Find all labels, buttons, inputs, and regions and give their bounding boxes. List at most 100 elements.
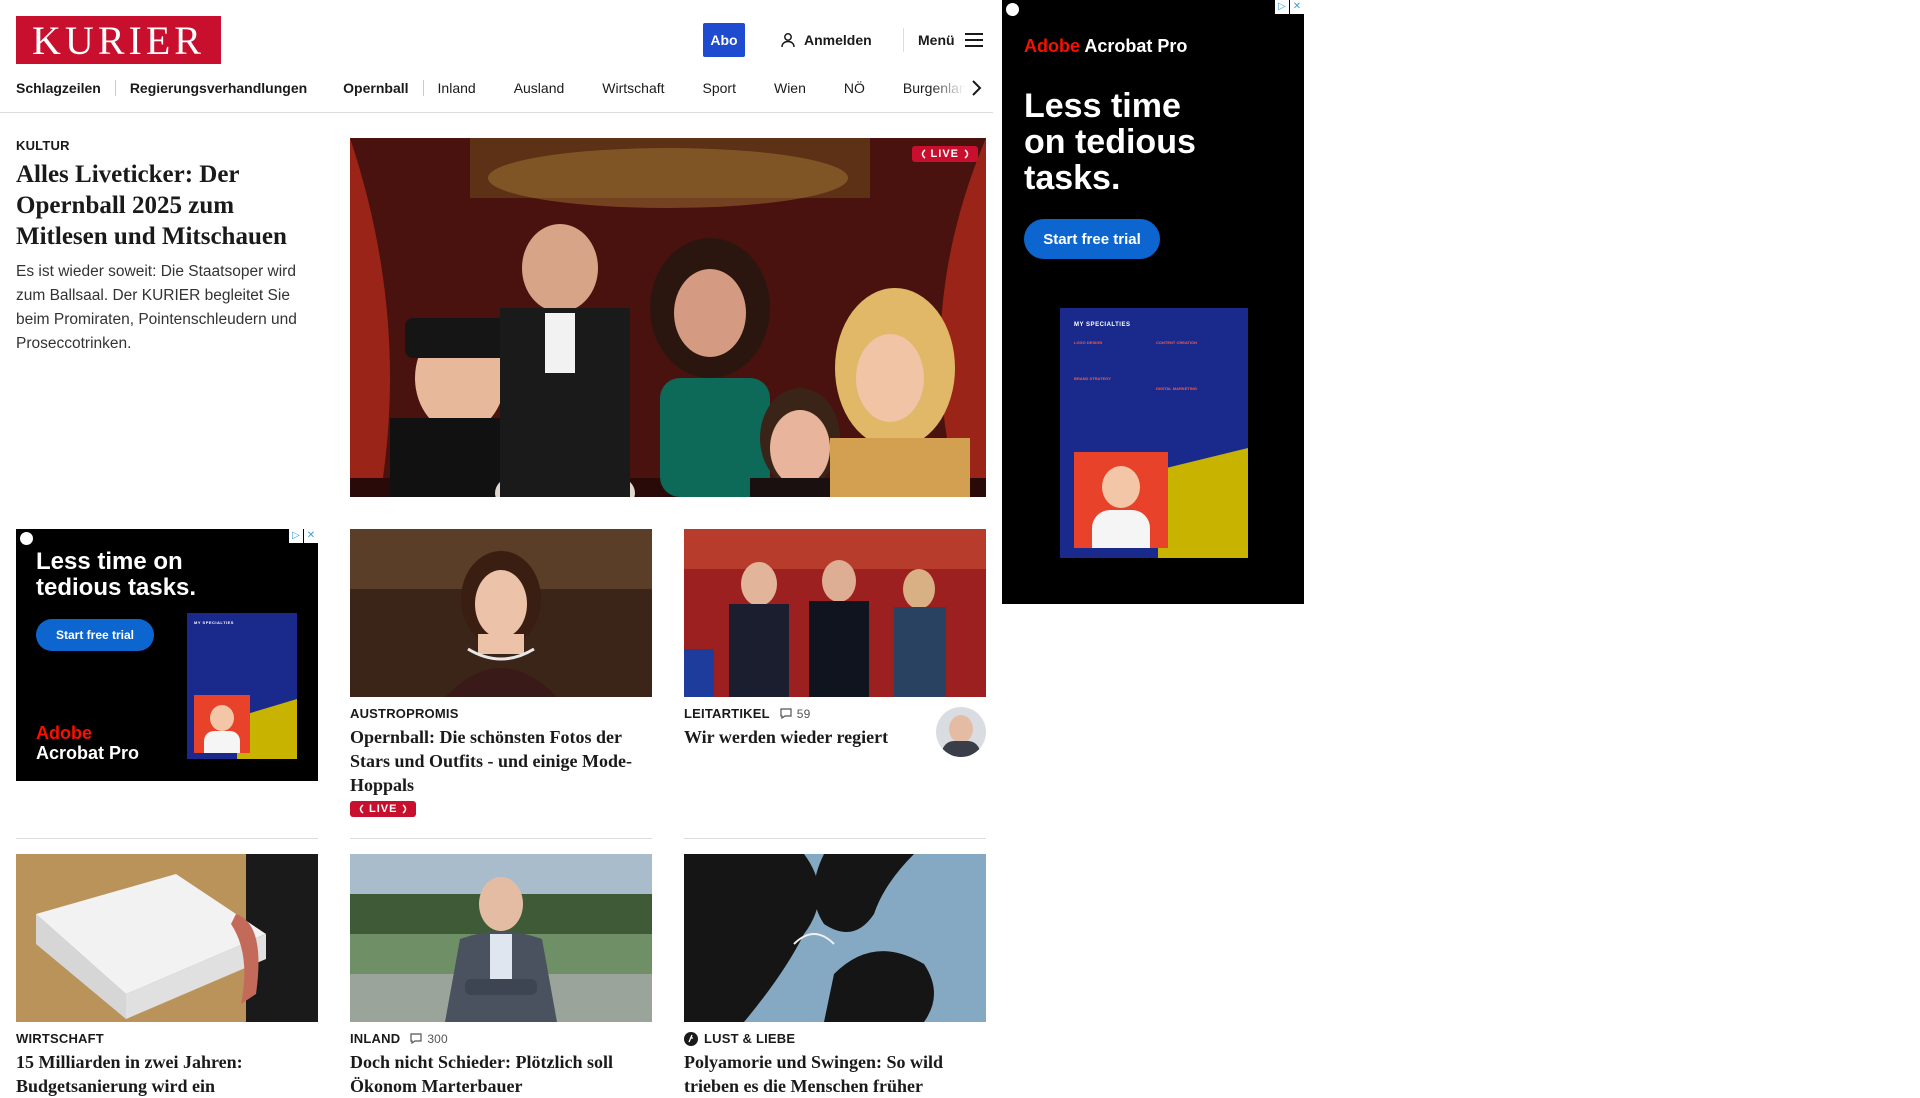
comment-icon: [780, 708, 792, 719]
menu-label: Menü: [918, 32, 955, 48]
live-wave-right-icon: [964, 149, 969, 159]
story-inland-image: [350, 854, 652, 1022]
lead-image[interactable]: LIVE: [350, 138, 986, 497]
story-austropromis[interactable]: AUSTROPROMIS Opernball: Die schönsten Fo…: [350, 529, 652, 819]
story-lust-liebe[interactable]: LUST & LIEBE Polyamorie und Swingen: So …: [684, 854, 986, 1098]
menu-divider: [903, 28, 904, 52]
sidebar-ad[interactable]: ▷ ✕ Adobe Acrobat Pro Less time on tedio…: [1002, 0, 1304, 604]
ad-corner-controls: ▷ ✕: [1275, 0, 1304, 14]
nav-item-wien[interactable]: Wien: [760, 80, 830, 96]
inline-ad-brand-adobe: Adobe: [36, 723, 92, 743]
row2-divider: [16, 838, 318, 839]
comment-count-value: 59: [796, 706, 811, 721]
comment-count[interactable]: 300: [410, 1032, 448, 1046]
story-leitartikel-headline[interactable]: Wir werden wieder regiert: [684, 725, 914, 749]
live-badge: LIVE: [350, 801, 417, 817]
nav-item-ausland[interactable]: Ausland: [500, 80, 589, 96]
story-wirtschaft[interactable]: WIRTSCHAFT 15 Milliarden in zwei Jahren:…: [16, 854, 318, 1098]
premium-icon: [684, 1031, 698, 1046]
comment-icon: [410, 1033, 422, 1044]
budget-papers-photo: [16, 854, 318, 1022]
live-wave-left-icon: [921, 149, 926, 159]
ad-close-icon[interactable]: ✕: [304, 529, 318, 543]
story-austropromis-headline[interactable]: Opernball: Die schönsten Fotos der Stars…: [350, 725, 652, 797]
story-austropromis-live: LIVE: [350, 801, 652, 819]
live-label: LIVE: [369, 803, 398, 815]
sidebar-ad-card-yellow: [1158, 448, 1248, 558]
menu-button[interactable]: Menü: [918, 30, 983, 50]
ad-corner-controls: ▷ ✕: [289, 529, 318, 543]
sidebar-ad-spec-card: MY SPECIALTIES LOGO DESIGN CONTENT CREAT…: [1060, 308, 1248, 558]
header-divider: [0, 112, 993, 113]
inline-ad-spec-card: MY SPECIALTIES: [187, 613, 297, 759]
story-inland-kicker: INLAND 300: [350, 1031, 652, 1046]
sidebar-ad-card-title: MY SPECIALTIES: [1074, 322, 1131, 328]
politicians-photo: [684, 529, 986, 697]
comment-count-value: 300: [427, 1031, 448, 1046]
nav-item-inland[interactable]: Inland: [424, 80, 500, 96]
story-inland-headline[interactable]: Doch nicht Schieder: Plötzlich soll Ökon…: [350, 1050, 652, 1098]
story-lust-liebe-kicker: LUST & LIEBE: [684, 1031, 986, 1046]
sidebar-ad-brand-product: Acrobat Pro: [1084, 36, 1188, 56]
ad-close-icon[interactable]: ✕: [1290, 0, 1304, 14]
story-inland[interactable]: INLAND 300 Doch nicht Schieder: Plötzlic…: [350, 854, 652, 1098]
ad-choices-icon[interactable]: [1006, 3, 1019, 16]
sidebar-ad-card-photo: [1074, 452, 1168, 548]
login-link[interactable]: Anmelden: [780, 30, 872, 50]
kurier-logo[interactable]: KURIER: [16, 16, 221, 64]
lead-kicker: KULTUR: [16, 138, 70, 153]
story-inland-kicker-label: INLAND: [350, 1031, 401, 1046]
nav-item-opernball[interactable]: Opernball: [329, 80, 422, 96]
ad-info-icon[interactable]: ▷: [1275, 0, 1289, 14]
lead-headline[interactable]: Alles Liveticker: Der Opernball 2025 zum…: [16, 159, 321, 252]
nav-item-schlagzeilen[interactable]: Schlagzeilen: [16, 80, 115, 96]
sidebar-ad-headline: Less time on tedious tasks.: [1024, 87, 1196, 197]
story-austropromis-kicker: AUSTROPROMIS: [350, 706, 459, 721]
illustration-couple: [684, 854, 986, 1022]
sidebar-ad-cta-button[interactable]: Start free trial: [1024, 219, 1160, 259]
main-nav: Schlagzeilen Regierungsverhandlungen Ope…: [16, 76, 976, 100]
story-leitartikel-kicker-label: LEITARTIKEL: [684, 706, 770, 721]
story-austropromis-image: [350, 529, 652, 697]
sidebar-ad-card-item-1: LOGO DESIGN: [1074, 340, 1103, 345]
sidebar-ad-card-item-4: DIGITAL MARKETING: [1156, 386, 1197, 391]
story-leitartikel[interactable]: LEITARTIKEL 59 Wir werden wieder regiert: [684, 529, 986, 757]
sidebar-ad-brand: Adobe Acrobat Pro: [1024, 36, 1187, 57]
user-icon: [781, 33, 795, 48]
economist-photo: [350, 854, 652, 1022]
author-avatar[interactable]: [936, 707, 986, 757]
live-wave-left-icon: [359, 804, 364, 814]
lead-live-badge: LIVE: [911, 146, 978, 164]
story-wirtschaft-headline[interactable]: 15 Milliarden in zwei Jahren: Budgetsani…: [16, 1050, 318, 1098]
login-label: Anmelden: [804, 32, 872, 48]
inline-ad-headline: Less time on tedious tasks.: [36, 548, 197, 601]
sidebar-ad-card-item-3: BRAND STRATEGY: [1074, 376, 1112, 381]
nav-item-wirtschaft[interactable]: Wirtschaft: [588, 80, 688, 96]
live-badge: LIVE: [911, 146, 978, 162]
nav-item-sport[interactable]: Sport: [689, 80, 760, 96]
story-lust-liebe-image: [684, 854, 986, 1022]
inline-ad-cta-button[interactable]: Start free trial: [36, 619, 154, 651]
opernball-photo: [350, 138, 986, 497]
inline-ad-card-photo: [194, 695, 250, 753]
chevron-right-icon[interactable]: [968, 78, 984, 98]
story-wirtschaft-kicker: WIRTSCHAFT: [16, 1031, 104, 1046]
abo-button[interactable]: Abo: [703, 23, 745, 57]
row2-divider: [684, 838, 986, 839]
story-lust-liebe-kicker-label: LUST & LIEBE: [704, 1031, 796, 1046]
inline-ad-brand-product: Acrobat Pro: [36, 743, 140, 763]
lead-story[interactable]: KULTUR Alles Liveticker: Der Opernball 2…: [16, 138, 321, 356]
row2-divider: [350, 838, 652, 839]
story-leitartikel-image: [684, 529, 986, 697]
ad-info-icon[interactable]: ▷: [289, 529, 303, 543]
ad-choices-icon[interactable]: [20, 532, 33, 545]
inline-ad[interactable]: ▷ ✕ Less time on tedious tasks. Start fr…: [16, 529, 318, 781]
nav-item-regierungsverhandlungen[interactable]: Regierungsverhandlungen: [116, 80, 329, 96]
nav-item-noe[interactable]: NÖ: [830, 80, 889, 96]
story-lust-liebe-headline[interactable]: Polyamorie und Swingen: So wild trieben …: [684, 1050, 986, 1098]
portrait-photo: [350, 529, 652, 697]
story-wirtschaft-image: [16, 854, 318, 1022]
inline-ad-card-title: MY SPECIALTIES: [194, 620, 234, 625]
sidebar-ad-brand-adobe: Adobe: [1024, 36, 1080, 56]
comment-count[interactable]: 59: [780, 707, 811, 721]
